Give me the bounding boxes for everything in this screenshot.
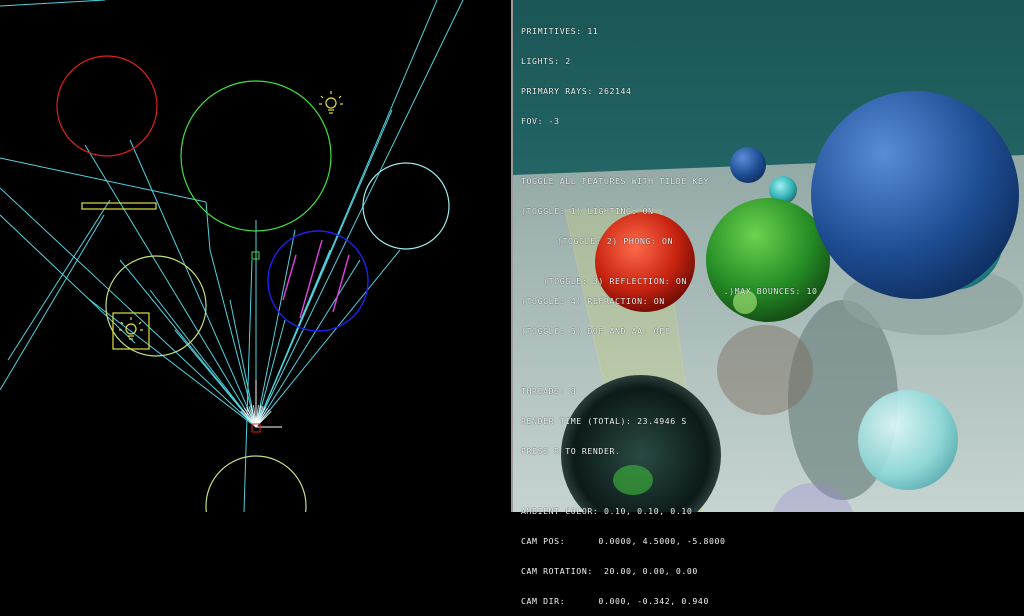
cam-dir: CAM DIR: 0.000, -0.342, 0.940 (521, 596, 709, 606)
primitives-count: PRIMITIVES: 11 (521, 26, 599, 36)
refracted-rays (282, 239, 350, 319)
press-r-hint: PRESS R TO RENDER. (521, 446, 621, 456)
sphere-yellow-green-outline (105, 255, 207, 357)
toggle-header: TOGGLE ALL FEATURES WITH TILDE KEY (521, 176, 709, 186)
sphere-cyan-outline (362, 162, 450, 250)
hud-overlay: PRIMITIVES: 11 LIGHTS: 2 PRIMARY RAYS: 2… (521, 6, 817, 616)
cam-rotation: CAM ROTATION: 20.00, 0.00, 0.00 (521, 566, 698, 576)
sphere-bottom-outline (205, 455, 307, 557)
max-bounces: (, .)MAX BOUNCES: 10 (707, 286, 818, 296)
top-down-debug-view[interactable] (0, 0, 512, 557)
threads-count: THREADS: 8 (521, 386, 577, 396)
toggle-dof-aa: (TOGGLE: 5) DOF AND AA: OFF (521, 326, 671, 336)
sphere-blue (811, 91, 1019, 299)
toggle-phong: (TOGGLE: 2) PHONG: ON (557, 236, 674, 246)
sphere-reflection (717, 325, 813, 415)
sphere-small-blue (730, 147, 766, 183)
cam-pos: CAM POS: 0.0000, 4.5000, -5.8000 (521, 536, 726, 546)
sphere-red-outline (56, 55, 158, 157)
light-bulb-icon[interactable] (119, 317, 143, 340)
render-time: RENDER TIME (TOTAL): 23.4946 S (521, 416, 687, 426)
ambient-color: AMBIENT COLOR: 0.10, 0.10, 0.10 (521, 506, 693, 516)
top-down-canvas (0, 0, 464, 557)
toggle-reflection-row: (TOGGLE: 3) REFLECTION: ON (, .)MAX BOUN… (521, 266, 817, 296)
box-primitive (81, 202, 157, 210)
toggle-refraction: (TOGGLE: 4) REFRACTION: ON (521, 296, 665, 306)
ray-lines (0, 0, 464, 513)
sphere-green-outline (180, 80, 332, 232)
lights-count: LIGHTS: 2 (521, 56, 571, 66)
primary-rays-count: PRIMARY RAYS: 262144 (521, 86, 632, 96)
toggle-lighting: (TOGGLE: 1) LIGHTING: ON (521, 206, 654, 216)
fov-value: FOV: -3 (521, 116, 560, 126)
toggle-reflection: (TOGGLE: 3) REFLECTION: ON (543, 276, 687, 286)
sphere-glass (858, 390, 958, 490)
light-bulb-icon[interactable] (319, 91, 343, 114)
